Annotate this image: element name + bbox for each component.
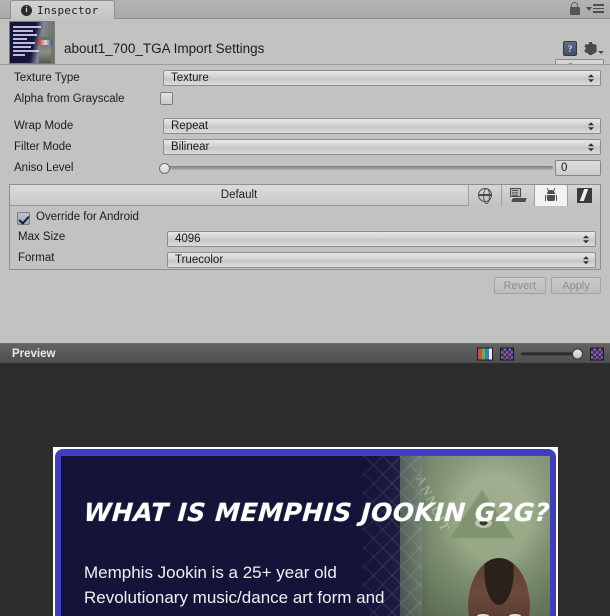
banner-artwork: ANNUIT WHAT IS MEMPHIS JOOKIN G2G? Memph… [61, 456, 550, 616]
platform-tab-bar: Default [10, 184, 600, 206]
gear-menu-button[interactable] [584, 42, 604, 55]
flash-icon [576, 187, 592, 203]
row-wrap-mode: Wrap Mode Repeat [0, 117, 610, 135]
platform-tab-standalone[interactable] [501, 184, 534, 206]
aniso-level-slider-track[interactable] [163, 166, 553, 170]
row-format: Format Truecolor [10, 252, 600, 270]
texture-type-value: Texture [171, 72, 209, 84]
banner-border: ANNUIT WHAT IS MEMPHIS JOOKIN G2G? Memph… [55, 449, 556, 616]
platform-settings-content: Override for Android Max Size 4096 Forma… [10, 206, 600, 269]
asset-thumbnail[interactable] [9, 21, 55, 64]
preview-title: Preview [12, 347, 56, 360]
banner-body-line-2: Revolutionary music/dance art form and [84, 588, 385, 607]
action-button-row: Revert Apply [493, 277, 601, 294]
apply-button[interactable]: Apply [551, 277, 601, 294]
platform-tab-flash[interactable] [567, 184, 600, 206]
aniso-level-slider-handle[interactable] [159, 162, 170, 174]
import-settings-panel: Texture Type Texture Alpha from Grayscal… [0, 64, 610, 336]
chevron-updown-icon [583, 256, 589, 264]
page-title: about1_700_TGA Import Settings [64, 41, 265, 56]
row-alpha-from-grayscale: Alpha from Grayscale [0, 90, 610, 108]
android-robot-icon [544, 188, 558, 202]
rgb-channels-icon[interactable] [477, 347, 493, 360]
lock-icon[interactable] [569, 2, 580, 15]
help-book-icon[interactable]: ? [563, 41, 577, 56]
label-wrap-mode: Wrap Mode [14, 120, 74, 132]
hamburger-menu-icon[interactable] [586, 4, 604, 13]
format-value: Truecolor [175, 254, 224, 266]
row-override-for-android: Override for Android [10, 210, 600, 228]
mip-level-slider[interactable] [521, 347, 583, 360]
filter-mode-value: Bilinear [171, 141, 210, 153]
banner-headline: WHAT IS MEMPHIS JOOKIN G2G? [82, 498, 550, 527]
mip-level-icon[interactable] [500, 347, 514, 360]
checkerboard-icon[interactable] [590, 347, 604, 360]
platform-tab-default[interactable]: Default [10, 189, 468, 201]
row-max-size: Max Size 4096 [10, 231, 600, 249]
window-tabstrip: i Inspector [0, 0, 610, 19]
preview-divider [0, 336, 610, 344]
format-dropdown[interactable]: Truecolor [167, 252, 596, 268]
texture-type-dropdown[interactable]: Texture [163, 70, 601, 86]
tab-inspector-label: Inspector [37, 3, 99, 17]
row-texture-type: Texture Type Texture [0, 69, 610, 87]
preview-header-bar: Preview [0, 344, 610, 364]
label-filter-mode: Filter Mode [14, 141, 72, 153]
revert-button[interactable]: Revert [493, 277, 546, 294]
label-aniso-level: Aniso Level [14, 162, 74, 174]
chevron-updown-icon [588, 122, 594, 130]
preview-texture-image: ANNUIT WHAT IS MEMPHIS JOOKIN G2G? Memph… [53, 447, 558, 616]
standalone-computer-icon [510, 188, 527, 202]
platform-tab-android[interactable] [534, 184, 567, 206]
aniso-level-value: 0 [561, 162, 568, 174]
label-override-for-android: Override for Android [36, 211, 139, 223]
chevron-down-icon [598, 51, 604, 54]
chevron-updown-icon [588, 143, 594, 151]
preview-toolbar [477, 347, 604, 360]
aniso-level-input[interactable]: 0 [555, 160, 601, 176]
inspector-window: i Inspector about1_700_TGA Import Settin… [0, 0, 610, 616]
label-format: Format [18, 252, 55, 264]
label-texture-type: Texture Type [14, 72, 80, 84]
label-max-size: Max Size [18, 231, 66, 243]
banner-body-line-1: Memphis Jookin is a 25+ year old [84, 563, 337, 582]
header-icon-group: ? [563, 41, 604, 56]
globe-icon [477, 187, 492, 204]
platform-override-box: Default Override for Android Max Size 40… [9, 184, 601, 270]
max-size-value: 4096 [175, 233, 201, 245]
tabstrip-controls [569, 2, 604, 15]
platform-tab-web-player[interactable] [468, 184, 501, 206]
row-aniso-level: Aniso Level 0 [0, 159, 610, 177]
max-size-dropdown[interactable]: 4096 [167, 231, 596, 247]
wrap-mode-dropdown[interactable]: Repeat [163, 118, 601, 134]
chevron-updown-icon [583, 235, 589, 243]
filter-mode-dropdown[interactable]: Bilinear [163, 139, 601, 155]
gear-icon [584, 42, 597, 55]
wrap-mode-value: Repeat [171, 120, 209, 132]
tab-inspector[interactable]: i Inspector [10, 0, 116, 19]
asset-header: about1_700_TGA Import Settings ? Open [0, 19, 610, 76]
label-alpha-from-grayscale: Alpha from Grayscale [14, 93, 125, 105]
alpha-from-grayscale-checkbox[interactable] [160, 92, 173, 105]
override-for-android-checkbox[interactable] [17, 212, 30, 225]
info-icon: i [21, 4, 32, 16]
chevron-updown-icon [588, 74, 594, 82]
row-filter-mode: Filter Mode Bilinear [0, 138, 610, 156]
